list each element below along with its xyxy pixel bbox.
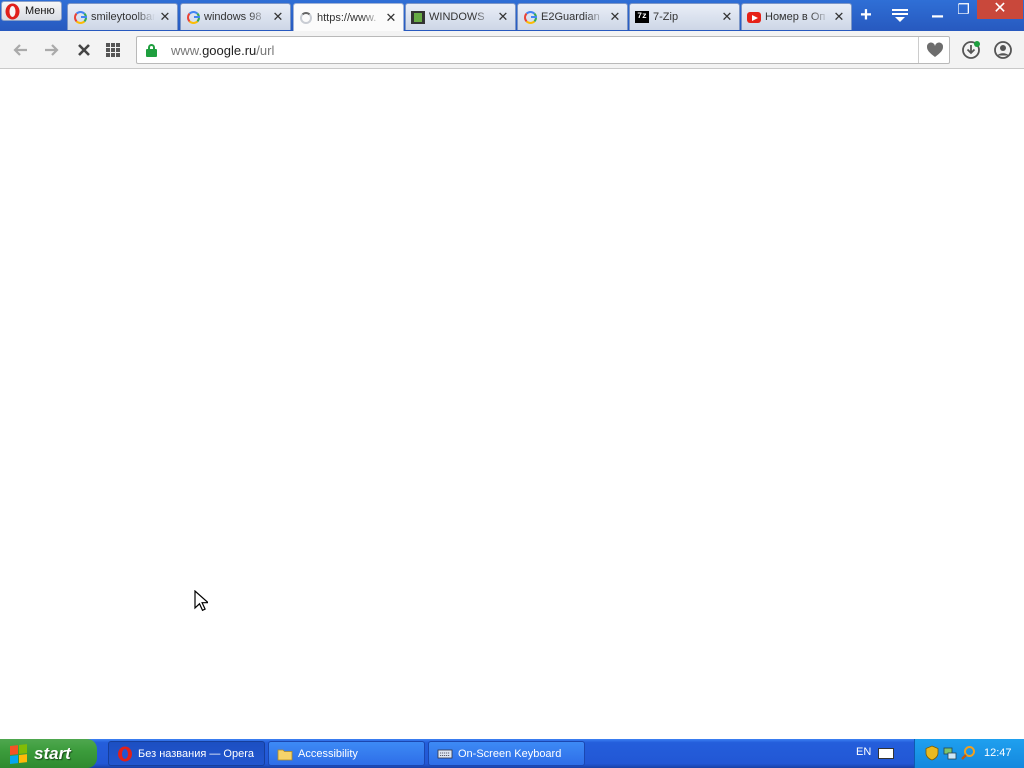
tab-menu-icon[interactable]	[890, 7, 910, 25]
taskbar-item-label: On-Screen Keyboard	[458, 747, 562, 760]
page-content-area[interactable]	[0, 70, 1024, 739]
mouse-cursor-icon	[194, 590, 208, 612]
tab-close-icon[interactable]: ✕	[272, 10, 284, 23]
keyboard-icon	[437, 749, 453, 758]
download-icon[interactable]	[960, 39, 982, 61]
taskbar-item-label: Без названия — Opera	[138, 747, 255, 760]
taskbar-item-accessibility[interactable]: Accessibility	[268, 741, 425, 766]
language-indicator[interactable]: EN	[856, 746, 871, 758]
tab-title: smileytoolbar	[91, 11, 155, 23]
tab-youtube[interactable]: Номер в Оп ✕	[741, 3, 852, 30]
taskbar-item-on-screen-keyboard[interactable]: On-Screen Keyboard	[428, 741, 585, 766]
tab-close-icon[interactable]: ✕	[721, 10, 733, 23]
film-icon	[411, 10, 425, 24]
forward-arrow-icon[interactable]	[40, 39, 62, 61]
tab-close-icon[interactable]: ✕	[609, 10, 621, 23]
address-bar-divider	[918, 37, 919, 63]
url-path: /url	[256, 43, 275, 58]
windows-taskbar: start Без названия — Opera Accessibility…	[0, 739, 1024, 768]
tab-close-icon[interactable]: ✕	[833, 10, 845, 23]
windows-logo-icon	[10, 743, 28, 764]
secure-lock-icon[interactable]	[146, 44, 157, 57]
speed-dial-grid-icon[interactable]	[106, 43, 120, 57]
tab-close-icon[interactable]: ✕	[385, 11, 397, 24]
youtube-icon	[747, 10, 761, 24]
url-host-prefix: www.	[171, 43, 203, 58]
heart-bookmark-icon[interactable]	[926, 42, 944, 58]
google-icon	[73, 10, 87, 24]
tab-title: 7-Zip	[653, 11, 679, 23]
loading-spinner-icon	[299, 11, 313, 25]
tab-smileytoolbar[interactable]: smileytoolbar ✕	[67, 3, 178, 30]
start-button[interactable]: start	[0, 739, 97, 768]
keyboard-layout-icon[interactable]	[878, 748, 894, 759]
google-icon	[186, 10, 200, 24]
stop-loading-icon[interactable]	[73, 39, 95, 61]
start-label: start	[34, 743, 71, 763]
close-window-button[interactable]: ✕	[977, 0, 1023, 19]
tab-title: E2Guardian	[541, 11, 600, 23]
minimize-button[interactable]: ▁	[925, 0, 950, 19]
menu-label: Меню	[25, 5, 55, 17]
tab-windows-98[interactable]: windows 98 ✕	[180, 3, 291, 30]
url-text[interactable]: www.google.ru/url	[171, 43, 274, 58]
browser-tab-bar: Меню smileytoolbar ✕ windows 98 ✕ https:…	[0, 0, 1024, 31]
tab-title: https://www.	[317, 11, 377, 24]
url-host: google.ru	[202, 43, 257, 58]
system-tray: 12:47	[914, 739, 1024, 768]
clock[interactable]: 12:47	[984, 747, 1012, 759]
opera-menu-button[interactable]: Меню	[1, 1, 62, 21]
tab-title: WINDOWS	[429, 11, 485, 23]
opera-icon	[118, 746, 132, 761]
new-tab-button[interactable]: +	[856, 5, 876, 25]
back-arrow-icon[interactable]	[10, 39, 32, 61]
security-shield-icon[interactable]	[924, 745, 940, 761]
taskbar-item-opera[interactable]: Без названия — Opera	[108, 741, 265, 766]
network-icon[interactable]	[942, 745, 958, 761]
sevenzip-icon: 7z	[635, 10, 649, 24]
tab-e2guardian[interactable]: E2Guardian ✕	[517, 3, 628, 30]
folder-icon	[277, 749, 293, 760]
tab-close-icon[interactable]: ✕	[497, 10, 509, 23]
restore-button[interactable]: ❐	[951, 0, 976, 19]
tab-windows[interactable]: WINDOWS ✕	[405, 3, 516, 30]
account-icon[interactable]	[992, 39, 1014, 61]
tab-title: windows 98	[204, 11, 262, 23]
taskbar-item-label: Accessibility	[298, 747, 358, 760]
opera-logo-icon	[5, 3, 20, 19]
google-icon	[523, 10, 537, 24]
tab-google-url-loading[interactable]: https://www. ✕	[293, 3, 404, 31]
tab-7-zip[interactable]: 7z 7-Zip ✕	[629, 3, 740, 30]
tab-close-icon[interactable]: ✕	[159, 10, 171, 23]
tab-title: Номер в Оп	[765, 11, 826, 23]
search-icon[interactable]	[960, 745, 976, 761]
navigation-toolbar: www.google.ru/url	[0, 31, 1024, 69]
address-bar[interactable]: www.google.ru/url	[136, 36, 950, 64]
